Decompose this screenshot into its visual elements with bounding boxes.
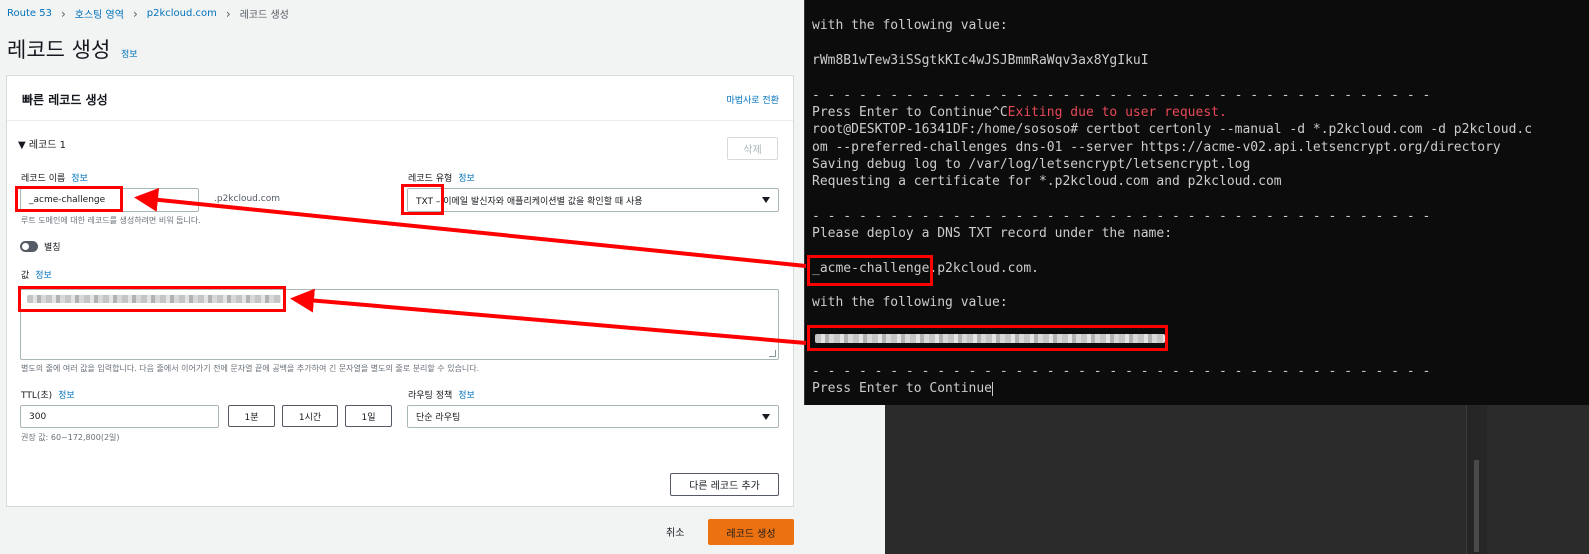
terminal-line: with the following value: [812, 18, 1008, 33]
background-window [885, 405, 1589, 554]
page-title: 레코드 생성 [7, 38, 111, 62]
ttl-1hour-button[interactable]: 1시간 [282, 405, 338, 427]
terminal-prompt-text: Press Enter to Continue [812, 381, 993, 396]
alias-toggle[interactable] [20, 241, 38, 252]
routing-policy-select[interactable]: 단순 라우팅 [407, 405, 779, 428]
terminal-error-text: Exiting due to user request. [1007, 105, 1227, 120]
alias-label: 별칭 [44, 243, 61, 253]
terminal-line: Saving debug log to /var/log/letsencrypt… [812, 157, 1251, 172]
terminal-text: .p2kcloud.com. [929, 261, 1039, 276]
chevron-right-icon: › [132, 6, 138, 21]
chevron-right-icon: › [225, 6, 231, 21]
terminal-line: Press Enter to Continue^CExiting due to … [812, 105, 1227, 120]
record-name-label: 레코드 이름 정보 [21, 171, 88, 184]
switch-to-wizard-link[interactable]: 마법사로 전환 [726, 93, 779, 106]
terminal-line: om --preferred-challenges dns-01 --serve… [812, 140, 1501, 155]
ttl-hint: 권장 값: 60~172,800(2일) [21, 433, 120, 442]
caret-down-icon [762, 413, 770, 420]
ttl-value: 300 [29, 411, 47, 422]
breadcrumb-current: 레코드 생성 [239, 10, 289, 21]
text-cursor [992, 381, 994, 396]
ttl-1day-button[interactable]: 1일 [345, 405, 392, 427]
domain-suffix: .p2kcloud.com [214, 194, 280, 204]
record-type-info-link[interactable]: 정보 [458, 174, 475, 184]
chevron-right-icon: › [60, 6, 66, 21]
record-type-value: TXT – 이메일 발신자와 애플리케이션별 값을 확인할 때 사용 [416, 196, 643, 207]
ttl-input[interactable]: 300 [20, 405, 219, 428]
routing-value: 단순 라우팅 [416, 413, 461, 423]
terminal-divider: - - - - - - - - - - - - - - - - - - - - … [812, 209, 1431, 224]
highlight-record-type [401, 184, 444, 215]
value-label-text: 값 [21, 271, 30, 281]
page-info-link[interactable]: 정보 [121, 47, 138, 60]
terminal-line: rWm8B1wTew3iSSgtkKIc4wJSJBmmRaWqv3ax8YgI… [812, 53, 1149, 68]
highlight-record-name [15, 186, 123, 212]
record-type-select[interactable]: TXT – 이메일 발신자와 애플리케이션별 값을 확인할 때 사용 [407, 188, 779, 212]
ttl-label: TTL(초) 정보 [21, 388, 75, 401]
highlight-terminal-value [807, 325, 1168, 351]
ttl-1min-button[interactable]: 1분 [228, 405, 275, 427]
breadcrumb-zone[interactable]: p2kcloud.com [147, 8, 217, 19]
record-name-hint: 루트 도메인에 대한 레코드를 생성하려면 비워 둡니다. [21, 216, 201, 225]
highlight-value [18, 286, 286, 312]
ttl-label-text: TTL(초) [21, 391, 53, 401]
resize-handle-icon[interactable] [769, 350, 776, 357]
routing-label-text: 라우팅 정책 [408, 391, 453, 401]
terminal-text: Press Enter to Continue^C [812, 105, 1008, 120]
terminal-divider: - - - - - - - - - - - - - - - - - - - - … [812, 88, 1431, 103]
terminal-line: Please deploy a DNS TXT record under the… [812, 226, 1173, 241]
terminal-line: Press Enter to Continue [812, 381, 994, 396]
aws-console: Route 53 › 호스팅 영역 › p2kcloud.com › 레코드 생… [0, 0, 866, 554]
ttl-info-link[interactable]: 정보 [58, 391, 75, 401]
record-section-toggle[interactable]: ▼ 레코드 1 [18, 136, 66, 151]
terminal-divider: - - - - - - - - - - - - - - - - - - - - … [812, 364, 1431, 379]
delete-button[interactable]: 삭제 [727, 137, 778, 160]
value-hint: 별도의 줄에 여러 값을 입력합니다. 다음 줄에서 이어가기 전에 문자열 끝… [21, 364, 480, 373]
caret-down-icon [762, 197, 770, 203]
toggle-knob [22, 243, 29, 250]
panel-header: 빠른 레코드 생성 마법사로 전환 [7, 76, 793, 121]
create-records-button[interactable]: 레코드 생성 [708, 519, 794, 545]
routing-info-link[interactable]: 정보 [458, 391, 475, 401]
routing-label: 라우팅 정책 정보 [408, 388, 475, 401]
panel-title: 빠른 레코드 생성 [22, 93, 108, 107]
breadcrumb-hosted-zones[interactable]: 호스팅 영역 [75, 6, 124, 21]
value-label: 값 정보 [21, 268, 52, 281]
breadcrumb-route53[interactable]: Route 53 [7, 8, 52, 19]
add-another-record-button[interactable]: 다른 레코드 추가 [670, 473, 779, 496]
terminal-line: Requesting a certificate for *.p2kcloud.… [812, 174, 1282, 189]
breadcrumb: Route 53 › 호스팅 영역 › p2kcloud.com › 레코드 생… [7, 6, 289, 22]
highlight-terminal-name [807, 255, 933, 286]
terminal-line: root@DESKTOP-16341DF:/home/sososo# certb… [812, 122, 1533, 137]
terminal-line: with the following value: [812, 295, 1008, 310]
value-info-link[interactable]: 정보 [35, 271, 52, 281]
record-type-label: 레코드 유형 정보 [408, 171, 475, 184]
record-name-info-link[interactable]: 정보 [71, 174, 88, 184]
record-type-label-text: 레코드 유형 [408, 174, 453, 184]
scrollbar-thumb[interactable] [1474, 460, 1479, 552]
cancel-button[interactable]: 취소 [666, 524, 684, 539]
record-name-label-text: 레코드 이름 [21, 174, 66, 184]
